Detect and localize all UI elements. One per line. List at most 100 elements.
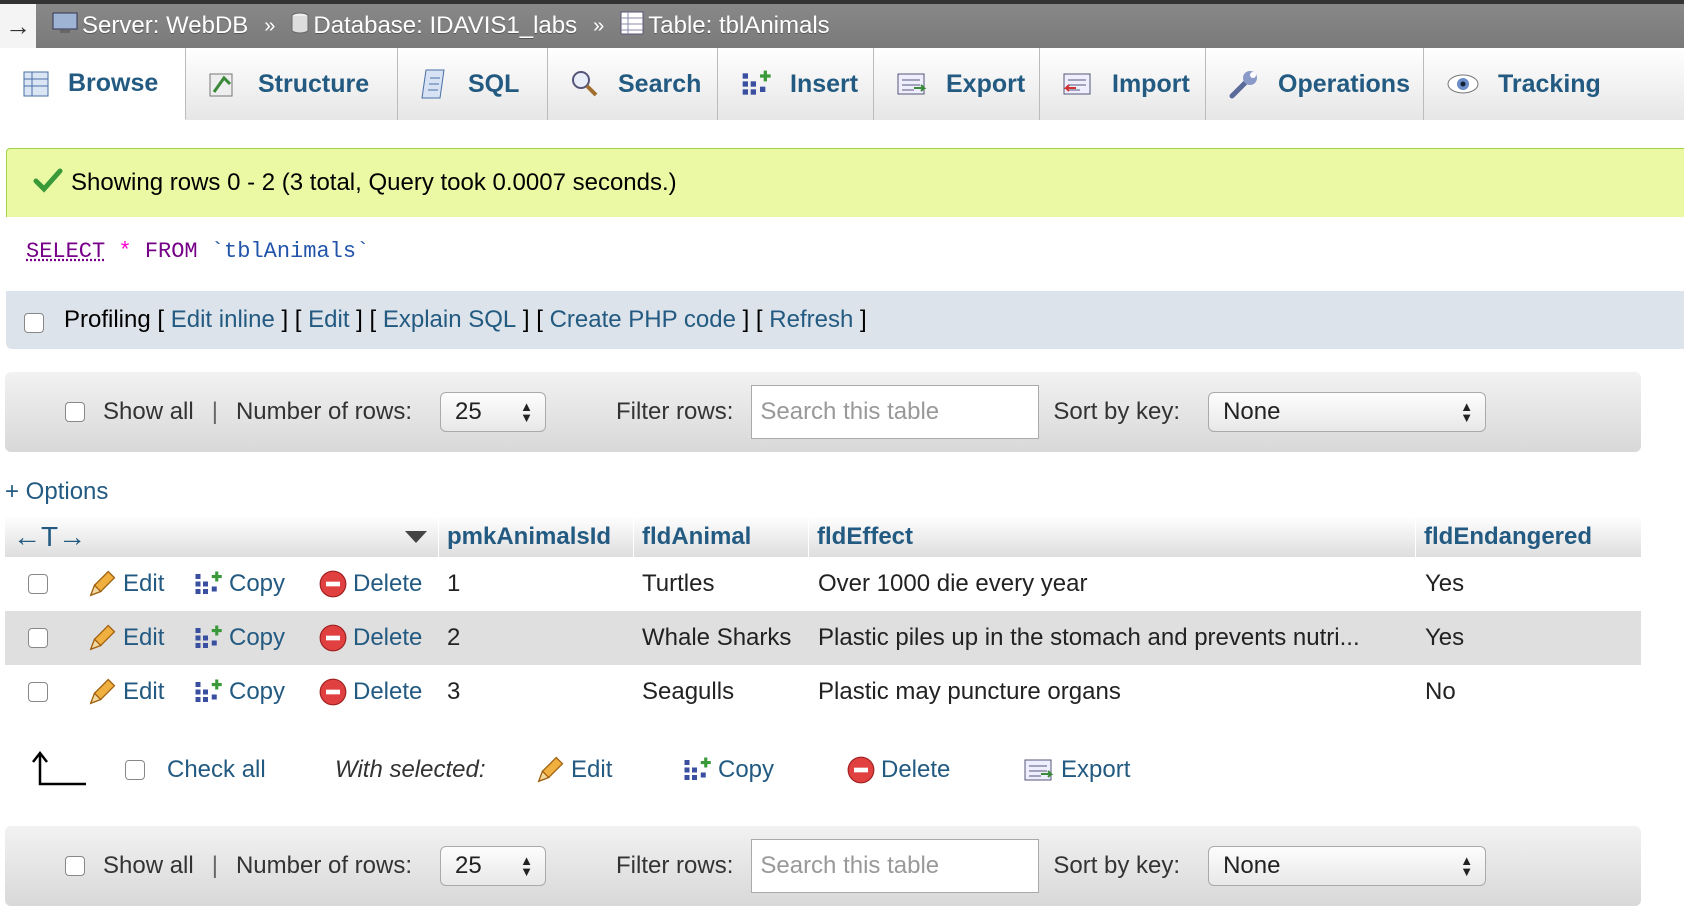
row-checkbox[interactable] [28,628,48,648]
profiling-bar: Profiling [ Edit inline ] [ Edit ] [ Exp… [6,291,1684,349]
tab-insert[interactable]: Insert [718,48,874,120]
column-header-fldendangered[interactable]: fldEndangered [1416,516,1641,558]
column-dropdown-icon[interactable] [404,523,428,551]
row-checkbox[interactable] [28,574,48,594]
row-delete-button[interactable]: Delete [319,665,422,719]
bracket: [ [150,306,171,333]
rows-label: Number of rows: [235,852,413,879]
cell-fldendangered[interactable]: No [1425,665,1456,719]
tab-search-label: Search [618,69,702,98]
column-header-label: fldAnimal [642,523,752,550]
navigation-toggle[interactable]: → [0,4,36,48]
checkmark-icon [33,167,63,200]
profiling-label: Profiling [64,306,151,333]
profiling-checkbox[interactable] [24,313,44,333]
tab-sql-label: SQL [468,69,520,98]
row-edit-button[interactable]: Edit [87,611,164,665]
check-all-link[interactable]: Check all [167,740,266,800]
select-arrows-icon: ▲ ▼ [520,853,534,879]
sort-select[interactable]: None ▲ ▼ [1208,392,1487,432]
tab-tracking-label: Tracking [1498,69,1601,98]
success-message: Showing rows 0 - 2 (3 total, Query took … [6,148,1684,218]
filter-search-input[interactable]: Search this table [751,839,1040,893]
tab-import[interactable]: Import [1040,48,1206,120]
row-copy-button[interactable]: Copy [193,611,285,665]
sql-keyword-select[interactable]: SELECT [26,239,105,264]
edit-link[interactable]: Edit [308,306,349,334]
cell-fldendangered[interactable]: Yes [1425,557,1464,611]
cell-fldanimal[interactable]: Turtles [642,557,714,611]
bracket: ] [853,306,867,333]
row-edit-button[interactable]: Edit [87,665,164,719]
filter-label: Filter rows: [616,398,734,425]
show-all-checkbox[interactable] [65,856,85,876]
cell-pmkanimalsid[interactable]: 2 [447,611,460,665]
refresh-link[interactable]: Refresh [769,306,853,334]
show-all-checkbox[interactable] [65,402,85,422]
tab-browse-label: Browse [68,69,159,97]
cell-pmkanimalsid[interactable]: 1 [447,557,460,611]
edit-inline-link[interactable]: Edit inline [171,306,275,334]
server-icon [52,11,78,42]
cell-fldeffect[interactable]: Over 1000 die every year [818,557,1087,611]
breadcrumb-database-label: Database: IDAVIS1_labs [313,12,578,39]
filter-search-input[interactable]: Search this table [751,385,1040,439]
cell-fldanimal[interactable]: Whale Sharks [642,611,791,665]
cell-fldeffect[interactable]: Plastic may puncture organs [818,665,1121,719]
tab-search[interactable]: Search [548,48,718,120]
breadcrumb-server[interactable]: Server: WebDB [52,11,248,42]
cell-fldendangered[interactable]: Yes [1425,611,1464,665]
rows-select[interactable]: 25 ▲ ▼ [440,392,547,432]
sql-query[interactable]: SELECT * FROM `tblAnimals` [26,239,369,264]
column-nav-arrows[interactable]: ←T→ [13,521,86,553]
sort-select[interactable]: None ▲ ▼ [1208,846,1487,886]
row-copy-button[interactable]: Copy [193,665,285,719]
eye-icon [1446,72,1480,96]
row-copy-button[interactable]: Copy [193,557,285,611]
column-header-pmkanimalsid[interactable]: pmkAnimalsId [439,516,634,558]
breadcrumb-table[interactable]: Table: tblAnimals [620,11,830,42]
column-header-label: fldEffect [817,523,913,550]
bulk-edit-button[interactable]: Edit [535,740,612,800]
row-checkbox[interactable] [28,682,48,702]
bulk-delete-label: Delete [881,756,951,783]
breadcrumb-database[interactable]: Database: IDAVIS1_labs [291,11,577,42]
with-selected-label: With selected: [335,756,486,783]
bulk-export-button[interactable]: Export [1023,740,1130,800]
search-icon [570,69,600,99]
bracket: ] [ [349,306,383,333]
row-delete-button[interactable]: Delete [319,557,422,611]
table-navigation-bottom: Show all | Number of rows: 25 ▲ ▼ Filter r… [5,826,1641,906]
create-php-code-link[interactable]: Create PHP code [550,306,736,334]
import-icon [1062,70,1094,98]
cell-pmkanimalsid[interactable]: 3 [447,665,460,719]
explain-sql-link[interactable]: Explain SQL [383,306,516,334]
tab-sql[interactable]: SQL [398,48,548,120]
cell-fldeffect[interactable]: Plastic piles up in the stomach and prev… [818,611,1360,665]
row-delete-label: Delete [353,624,423,651]
row-edit-button[interactable]: Edit [87,557,164,611]
column-header-fldanimal[interactable]: fldAnimal [634,516,809,558]
tab-browse[interactable]: Browse [0,48,186,120]
table-icon [620,11,644,42]
breadcrumb-table-label: Table: tblAnimals [648,12,830,39]
cell-fldanimal[interactable]: Seagulls [642,665,734,719]
tab-tracking[interactable]: Tracking [1424,48,1684,120]
row-copy-label: Copy [229,624,286,651]
filter-label: Filter rows: [616,852,734,879]
options-toggle[interactable]: + Options [5,478,108,506]
row-delete-button[interactable]: Delete [319,611,422,665]
tab-operations[interactable]: Operations [1206,48,1424,120]
bulk-copy-button[interactable]: Copy [682,740,774,800]
delete-icon [319,678,347,706]
table-row: Edit Copy Delete 1 Turtles Over 1000 die… [5,557,1641,611]
tab-structure[interactable]: Structure [186,48,398,120]
breadcrumb-separator: » [264,14,276,37]
success-message-text: Showing rows 0 - 2 (3 total, Query took … [71,169,677,196]
structure-icon [208,70,240,98]
rows-select[interactable]: 25 ▲ ▼ [440,846,547,886]
bulk-delete-button[interactable]: Delete [847,740,950,800]
tab-export[interactable]: Export [874,48,1040,120]
check-all-checkbox[interactable] [125,740,145,800]
column-header-fldeffect[interactable]: fldEffect [809,516,1416,558]
